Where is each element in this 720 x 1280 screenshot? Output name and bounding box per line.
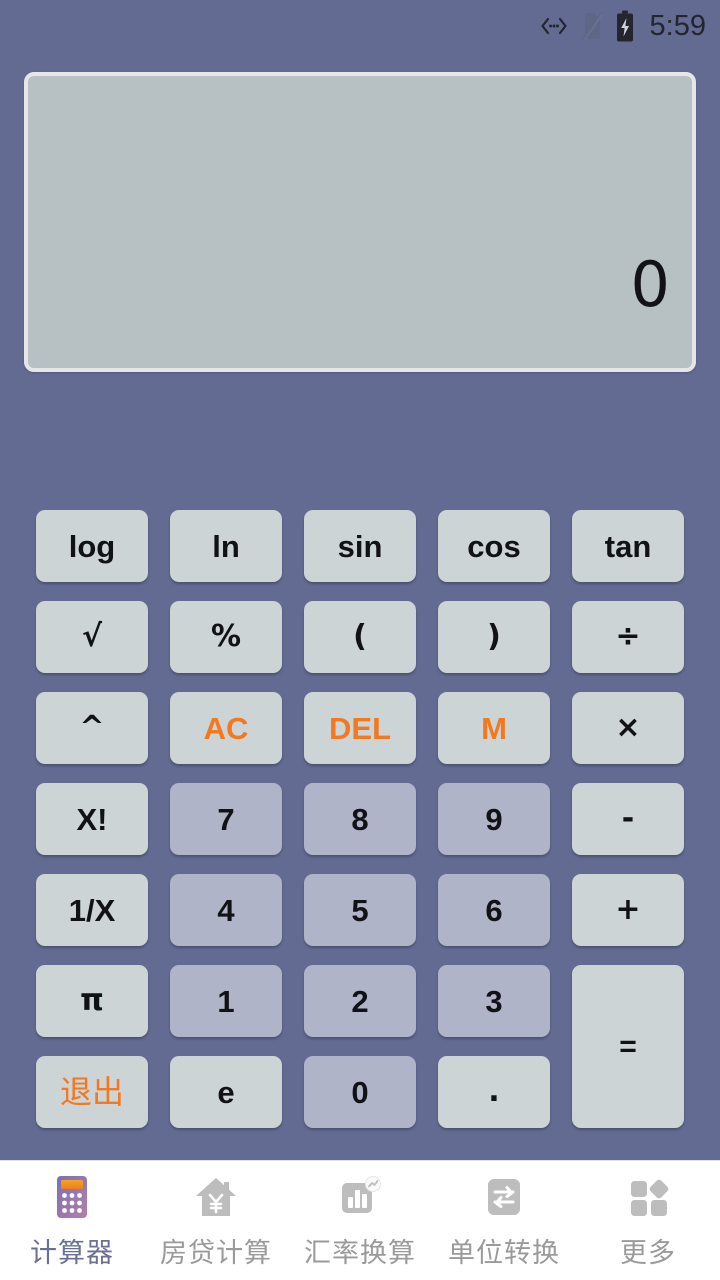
nav-item-mortgage[interactable]: 房贷计算 bbox=[144, 1161, 288, 1280]
key-ln[interactable]: ln bbox=[170, 510, 282, 582]
battery-charging-icon bbox=[615, 10, 635, 42]
key-memory[interactable]: M bbox=[438, 692, 550, 764]
key-delete[interactable]: DEL bbox=[304, 692, 416, 764]
swap-arrows-icon bbox=[479, 1172, 529, 1222]
key-e[interactable]: e bbox=[170, 1056, 282, 1128]
key-plus[interactable]: + bbox=[572, 874, 684, 946]
key-7[interactable]: 7 bbox=[170, 783, 282, 855]
key-multiply[interactable]: × bbox=[572, 692, 684, 764]
key-percent[interactable]: % bbox=[170, 601, 282, 673]
key-sin[interactable]: sin bbox=[304, 510, 416, 582]
key-sqrt[interactable]: √ bbox=[36, 601, 148, 673]
key-8[interactable]: 8 bbox=[304, 783, 416, 855]
key-3[interactable]: 3 bbox=[438, 965, 550, 1037]
key-5[interactable]: 5 bbox=[304, 874, 416, 946]
nav-item-calculator[interactable]: 计算器 bbox=[0, 1161, 144, 1280]
key-4[interactable]: 4 bbox=[170, 874, 282, 946]
nav-item-exchange-rate[interactable]: 汇率换算 bbox=[288, 1161, 432, 1280]
bottom-navigation: 计算器 房贷计算 汇率换算 单位转换 更多 bbox=[0, 1160, 720, 1280]
nav-item-unit-convert-label: 单位转换 bbox=[448, 1237, 560, 1269]
key-2[interactable]: 2 bbox=[304, 965, 416, 1037]
calculator-icon bbox=[47, 1172, 97, 1222]
display-value: 0 bbox=[630, 248, 670, 321]
sim-card-off-icon bbox=[580, 11, 604, 41]
nav-item-more[interactable]: 更多 bbox=[576, 1161, 720, 1280]
key-minus[interactable]: - bbox=[572, 783, 684, 855]
key-tan[interactable]: tan bbox=[572, 510, 684, 582]
key-paren-close[interactable]: ) bbox=[438, 601, 550, 673]
key-decimal[interactable]: . bbox=[438, 1056, 550, 1128]
key-all-clear[interactable]: AC bbox=[170, 692, 282, 764]
key-paren-open[interactable]: ( bbox=[304, 601, 416, 673]
key-equals[interactable]: = bbox=[572, 965, 684, 1128]
usb-debug-icon bbox=[539, 14, 569, 38]
key-pi[interactable]: π bbox=[36, 965, 148, 1037]
house-yen-icon bbox=[191, 1172, 241, 1222]
key-1[interactable]: 1 bbox=[170, 965, 282, 1037]
status-bar-clock: 5:59 bbox=[649, 9, 706, 42]
key-factorial[interactable]: X! bbox=[36, 783, 148, 855]
nav-item-mortgage-label: 房贷计算 bbox=[160, 1237, 272, 1269]
key-reciprocal[interactable]: 1/X bbox=[36, 874, 148, 946]
nav-item-exchange-rate-label: 汇率换算 bbox=[304, 1237, 416, 1269]
key-9[interactable]: 9 bbox=[438, 783, 550, 855]
key-divide[interactable]: ÷ bbox=[572, 601, 684, 673]
calculator-display[interactable]: 0 bbox=[24, 72, 696, 372]
status-bar: 5:59 bbox=[0, 0, 720, 52]
key-log[interactable]: log bbox=[36, 510, 148, 582]
bar-chart-icon bbox=[335, 1172, 385, 1222]
grid-more-icon bbox=[623, 1172, 673, 1222]
nav-item-unit-convert[interactable]: 单位转换 bbox=[432, 1161, 576, 1280]
key-cos[interactable]: cos bbox=[438, 510, 550, 582]
key-exit[interactable]: 退出 bbox=[36, 1056, 148, 1128]
key-6[interactable]: 6 bbox=[438, 874, 550, 946]
nav-item-more-label: 更多 bbox=[620, 1237, 676, 1269]
calculator-keypad: log ln sin cos tan √% () ÷ ^ AC DEL M × X! 7 8 9- 1/X 4 5 6 +… bbox=[36, 510, 684, 1128]
nav-item-calculator-label: 计算器 bbox=[30, 1237, 114, 1269]
key-0[interactable]: 0 bbox=[304, 1056, 416, 1128]
key-power[interactable]: ^ bbox=[36, 692, 148, 764]
